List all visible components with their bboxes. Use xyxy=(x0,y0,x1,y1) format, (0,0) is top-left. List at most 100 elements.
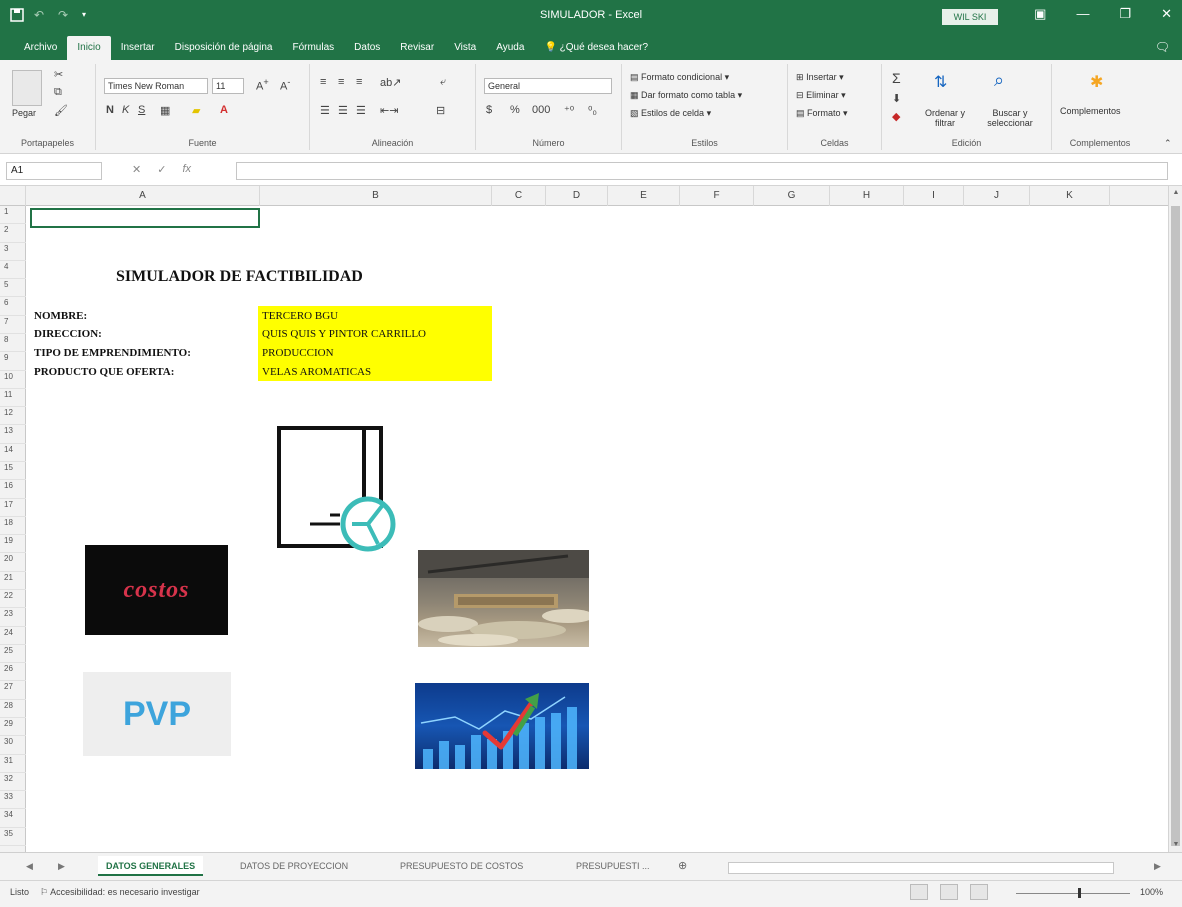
row-header-9[interactable]: 9 xyxy=(0,352,26,371)
number-format-select[interactable]: General xyxy=(484,78,612,94)
user-account[interactable]: WIL SKI xyxy=(942,9,998,25)
accessibility-status[interactable]: ⚐ Accesibilidad: es necesario investigar xyxy=(40,887,200,898)
costos-image[interactable]: costos xyxy=(85,545,228,635)
comma-style-icon[interactable]: 000 xyxy=(532,104,550,116)
row-header-18[interactable]: 18 xyxy=(0,517,26,536)
row-header-21[interactable]: 21 xyxy=(0,572,26,590)
vertical-scrollbar[interactable]: ▲ ▼ xyxy=(1168,186,1182,852)
tab-ayuda[interactable]: Ayuda xyxy=(486,42,534,60)
zoom-slider-thumb[interactable] xyxy=(1078,888,1081,898)
row-header-7[interactable]: 7 xyxy=(0,316,26,334)
field-value-producto[interactable]: VELAS AROMATICAS xyxy=(262,366,371,378)
font-color-icon[interactable]: A xyxy=(220,104,228,116)
row-header-4[interactable]: 4 xyxy=(0,261,26,280)
row-header-14[interactable]: 14 xyxy=(0,444,26,462)
prev-sheet-icon[interactable]: ◀ xyxy=(26,861,33,872)
conditional-format-button[interactable]: ▤ Formato condicional ▾ xyxy=(630,72,729,83)
row-header-33[interactable]: 33 xyxy=(0,791,26,810)
cell-styles-button[interactable]: ▧ Estilos de celda ▾ xyxy=(630,108,711,119)
row-header-22[interactable]: 22 xyxy=(0,590,26,609)
column-header-d[interactable]: D xyxy=(546,186,608,206)
vertical-scroll-thumb[interactable] xyxy=(1171,206,1180,846)
merge-center-icon[interactable]: ⊟ xyxy=(436,104,445,117)
bold-icon[interactable]: N xyxy=(106,104,114,116)
scroll-down-icon[interactable]: ▼ xyxy=(1169,838,1182,852)
row-header-32[interactable]: 32 xyxy=(0,773,26,792)
row-header-23[interactable]: 23 xyxy=(0,608,26,627)
copy-icon[interactable]: ⧉ xyxy=(54,86,62,99)
minimize-icon[interactable]: — xyxy=(1076,6,1089,22)
row-header-5[interactable]: 5 xyxy=(0,279,26,298)
select-all-corner[interactable] xyxy=(0,186,26,206)
horizontal-scrollbar[interactable] xyxy=(728,862,1114,874)
column-header-i[interactable]: I xyxy=(904,186,964,206)
find-select-icon[interactable]: ⌕ xyxy=(994,70,1004,91)
currency-icon[interactable]: $ xyxy=(486,104,492,116)
field-value-tipo[interactable]: PRODUCCION xyxy=(262,347,334,359)
align-left-icon[interactable]: ☰ xyxy=(320,104,330,117)
autosum-icon[interactable]: Σ xyxy=(892,70,901,86)
underline-icon[interactable]: S xyxy=(138,104,145,116)
pvp-image[interactable]: PVP xyxy=(83,672,231,756)
row-header-3[interactable]: 3 xyxy=(0,243,26,261)
name-box[interactable]: A1 xyxy=(6,162,102,180)
column-header-c[interactable]: C xyxy=(492,186,546,206)
row-header-29[interactable]: 29 xyxy=(0,718,26,737)
tab-datos[interactable]: Datos xyxy=(344,42,390,60)
row-header-16[interactable]: 16 xyxy=(0,480,26,499)
zoom-slider[interactable] xyxy=(1016,893,1130,894)
addins-label[interactable]: Complementos xyxy=(1060,106,1121,116)
format-cells-button[interactable]: ▤ Formato ▾ xyxy=(796,108,848,119)
indent-icon[interactable]: ⇤⇥ xyxy=(380,104,398,117)
add-sheet-icon[interactable]: ⊕ xyxy=(678,859,687,872)
column-header-f[interactable]: F xyxy=(680,186,754,206)
row-header-15[interactable]: 15 xyxy=(0,462,26,481)
collapse-ribbon-icon[interactable]: ⌃ xyxy=(1164,138,1172,149)
decrease-decimal-icon[interactable]: ⁰₀ xyxy=(588,104,597,117)
align-top-icon[interactable]: ≡ xyxy=(320,76,326,88)
row-header-26[interactable]: 26 xyxy=(0,663,26,682)
row-header-35[interactable]: 35 xyxy=(0,828,26,846)
align-right-icon[interactable]: ☰ xyxy=(356,104,366,117)
close-icon[interactable]: ✕ xyxy=(1161,6,1172,22)
row-header-2[interactable]: 2 xyxy=(0,224,26,243)
tab-inicio[interactable]: Inicio xyxy=(67,36,111,60)
scroll-up-icon[interactable]: ▲ xyxy=(1169,186,1182,200)
money-photo-image[interactable] xyxy=(418,550,589,647)
row-header-12[interactable]: 12 xyxy=(0,407,26,426)
row-header-1[interactable]: 1 xyxy=(0,206,26,225)
row-header-27[interactable]: 27 xyxy=(0,681,26,700)
sheet-tab-datos-proyeccion[interactable]: DATOS DE PROYECCION xyxy=(232,856,356,876)
italic-icon[interactable]: K xyxy=(122,104,129,116)
row-header-24[interactable]: 24 xyxy=(0,627,26,645)
growth-chart-image[interactable] xyxy=(415,683,589,769)
active-cell-a1[interactable] xyxy=(30,208,260,228)
sort-filter-icon[interactable]: ⇅ xyxy=(934,72,947,92)
sheet-tab-presupuesto-truncated[interactable]: PRESUPUESTI ... xyxy=(568,856,658,876)
row-header-17[interactable]: 17 xyxy=(0,499,26,517)
sheet-tab-presupuesto-costos[interactable]: PRESUPUESTO DE COSTOS xyxy=(392,856,531,876)
paste-button[interactable] xyxy=(12,70,42,106)
tab-archivo[interactable]: Archivo xyxy=(14,42,67,60)
decrease-font-icon[interactable]: A- xyxy=(280,77,290,93)
tell-me-search[interactable]: 💡 ¿Qué desea hacer? xyxy=(534,42,658,60)
field-value-nombre[interactable]: TERCERO BGU xyxy=(262,310,338,322)
column-header-b[interactable]: B xyxy=(260,186,492,206)
row-header-20[interactable]: 20 xyxy=(0,553,26,572)
insert-cells-button[interactable]: ⊞ Insertar ▾ xyxy=(796,72,844,83)
sort-filter-label[interactable]: Ordenar y filtrar xyxy=(920,108,970,128)
row-header-13[interactable]: 13 xyxy=(0,425,26,444)
increase-decimal-icon[interactable]: ⁺⁰ xyxy=(564,104,574,117)
document-icon-image[interactable] xyxy=(270,420,400,552)
sheet-tab-datos-generales[interactable]: DATOS GENERALES xyxy=(98,856,204,876)
zoom-level[interactable]: 100% xyxy=(1140,887,1163,897)
row-header-28[interactable]: 28 xyxy=(0,700,26,718)
tab-disposicion[interactable]: Disposición de página xyxy=(165,42,283,60)
field-value-direccion[interactable]: QUIS QUIS Y PINTOR CARRILLO xyxy=(262,328,426,340)
delete-cells-button[interactable]: ⊟ Eliminar ▾ xyxy=(796,90,846,101)
maximize-icon[interactable]: ❐ xyxy=(1119,6,1131,22)
row-header-30[interactable]: 30 xyxy=(0,736,26,755)
addins-icon[interactable]: ✱ xyxy=(1090,72,1103,92)
column-header-e[interactable]: E xyxy=(608,186,680,206)
borders-icon[interactable]: ▦ xyxy=(160,104,170,117)
